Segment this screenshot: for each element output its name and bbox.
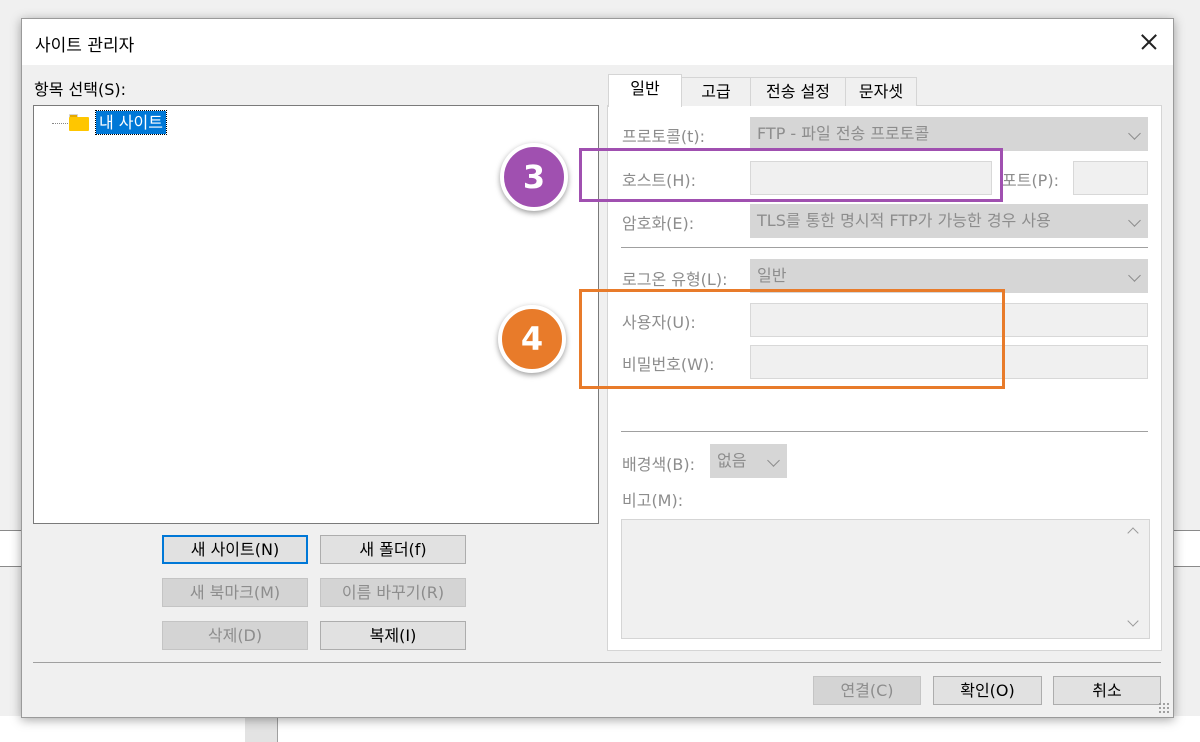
bgcolor-value: 없음	[717, 451, 747, 470]
tab-transfer-settings[interactable]: 전송 설정	[750, 77, 846, 106]
tree-label: 항목 선택(S):	[34, 80, 126, 99]
chevron-down-icon	[1128, 127, 1141, 140]
host-highlight-box	[579, 148, 1003, 202]
connect-button[interactable]: 연결(C)	[813, 676, 921, 705]
port-label: 포트(P):	[1002, 171, 1059, 190]
close-icon[interactable]	[1131, 25, 1167, 59]
credentials-highlight-box	[579, 289, 1005, 389]
duplicate-button[interactable]: 복제(I)	[320, 621, 466, 650]
background-window	[1172, 531, 1200, 566]
new-folder-button[interactable]: 새 폴더(f)	[320, 535, 466, 564]
divider	[621, 247, 1148, 248]
title-bar: 사이트 관리자	[22, 19, 1173, 65]
new-site-button[interactable]: 새 사이트(N)	[162, 535, 308, 564]
step-badge-4: 4	[498, 305, 566, 373]
footer-divider	[33, 662, 1161, 663]
step-badge-3: 3	[500, 143, 568, 211]
comment-label: 비고(M):	[622, 491, 684, 510]
encryption-select[interactable]: TLS를 통한 명시적 FTP가 가능한 경우 사용	[750, 204, 1148, 238]
comment-textarea[interactable]	[621, 519, 1150, 639]
encryption-label: 암호화(E):	[622, 214, 695, 233]
divider	[621, 431, 1148, 432]
background-window-scrollbar	[245, 716, 278, 742]
logon-type-label: 로그온 유형(L):	[622, 270, 728, 289]
delete-button[interactable]: 삭제(D)	[162, 621, 308, 650]
encryption-value: TLS를 통한 명시적 FTP가 가능한 경우 사용	[757, 211, 1051, 230]
port-input[interactable]	[1073, 161, 1148, 195]
background-window	[0, 531, 22, 566]
bgcolor-select[interactable]: 없음	[710, 444, 787, 478]
tab-general[interactable]: 일반	[608, 74, 682, 107]
logon-type-value: 일반	[757, 266, 787, 285]
chevron-down-icon	[1128, 214, 1141, 227]
cancel-button[interactable]: 취소	[1053, 676, 1161, 705]
chevron-down-icon	[767, 454, 780, 467]
tab-advanced[interactable]: 고급	[681, 77, 751, 106]
dialog-title: 사이트 관리자	[35, 36, 135, 56]
protocol-label: 프로토콜(t):	[622, 127, 706, 146]
rename-button[interactable]: 이름 바꾸기(R)	[320, 578, 466, 607]
tab-charset[interactable]: 문자셋	[845, 77, 917, 106]
logon-type-select[interactable]: 일반	[750, 259, 1148, 293]
protocol-select[interactable]: FTP - 파일 전송 프로토콜	[750, 117, 1148, 151]
background-window	[0, 716, 1200, 742]
new-bookmark-button[interactable]: 새 북마크(M)	[162, 578, 308, 607]
folder-icon	[69, 114, 89, 131]
chevron-down-icon	[1128, 269, 1141, 282]
resize-grip-icon[interactable]	[1158, 702, 1170, 714]
protocol-value: FTP - 파일 전송 프로토콜	[757, 124, 930, 143]
ok-button[interactable]: 확인(O)	[933, 676, 1042, 705]
tree-item-my-sites[interactable]: 내 사이트	[95, 110, 167, 135]
bgcolor-label: 배경색(B):	[622, 455, 696, 474]
